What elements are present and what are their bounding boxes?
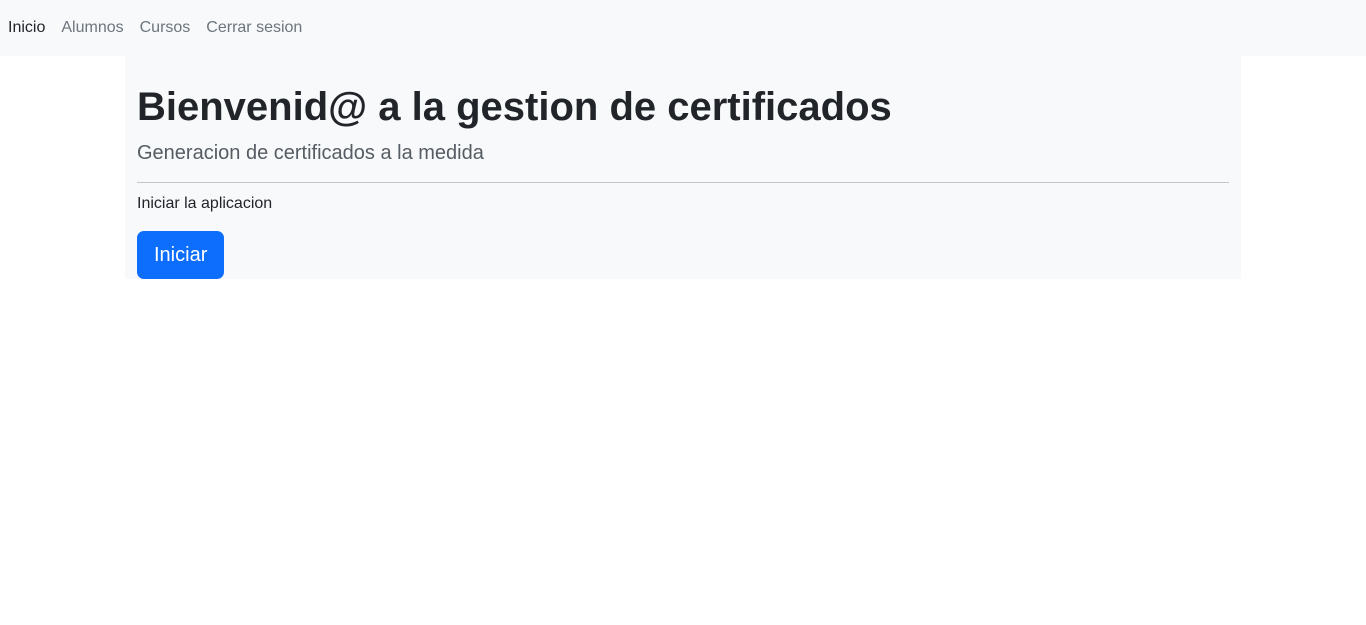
- intro-text: Iniciar la aplicacion: [137, 195, 273, 212]
- page-title: Bienvenid@ a la gestion de certificados: [137, 85, 892, 129]
- welcome-jumbotron: Bienvenid@ a la gestion de certificados …: [125, 56, 1241, 279]
- start-button[interactable]: Iniciar: [137, 231, 225, 279]
- nav-link-cursos[interactable]: Cursos: [140, 18, 191, 38]
- nav-link-inicio[interactable]: Inicio: [8, 18, 45, 38]
- divider: [137, 182, 1229, 183]
- nav-link-alumnos[interactable]: Alumnos: [61, 18, 123, 38]
- top-navbar: Inicio Alumnos Cursos Cerrar sesion: [0, 0, 1366, 56]
- nav-link-cerrar-sesion[interactable]: Cerrar sesion: [206, 18, 302, 38]
- page-subtitle: Generacion de certificados a la medida: [137, 142, 484, 164]
